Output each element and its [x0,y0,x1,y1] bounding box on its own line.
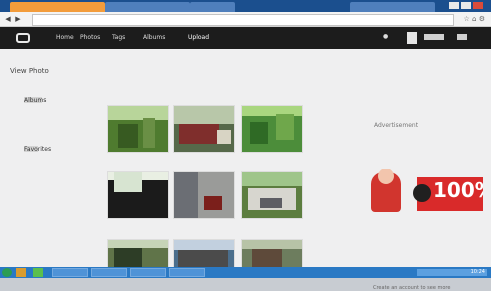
page-title: View Photo [10,67,49,75]
sidebar-item-albums[interactable]: Albums [24,97,46,104]
app-header: Home Photos Tags Albums Upload [0,27,491,49]
start-button[interactable] [2,268,12,277]
photo-thumbnail[interactable] [173,171,235,219]
forward-button[interactable]: ▶ [14,15,22,23]
photo-thumbnail[interactable] [107,171,169,219]
nav-photos[interactable]: Photos [80,34,100,42]
user-menu[interactable] [424,34,444,40]
minimize-button[interactable] [449,2,459,9]
sidebar-item-favorites[interactable]: Favorites [24,146,51,153]
taskbar: 10:24 [0,267,491,278]
address-bar[interactable] [32,14,454,26]
nav-tags[interactable]: Tags [112,34,125,42]
photo-thumbnail[interactable] [241,105,303,153]
taskbar-app-icon[interactable] [16,268,26,277]
browser-tab[interactable] [190,2,235,12]
taskbar-window-button[interactable] [52,268,88,277]
taskbar-window-button[interactable] [91,268,127,277]
browser-tab[interactable] [105,2,190,12]
taskbar-window-button[interactable] [169,268,205,277]
photo-thumbnail[interactable] [173,239,235,269]
ad-footer-link[interactable]: Create an account to see more [373,285,450,291]
main-content: View Photo Albums Favorites Advertisemen… [0,49,491,291]
photo-thumbnail[interactable] [107,105,169,153]
close-window-button[interactable] [473,2,483,9]
browser-tab-active[interactable] [10,2,105,12]
ad-percent-text: 100% [433,178,483,202]
back-button[interactable]: ◀ [4,15,12,23]
browser-toolbar: ◀ ▶ ☆ ⌂ ⚙ [0,12,491,27]
camera-logo-icon[interactable] [16,33,30,43]
taskbar-window-button[interactable] [130,268,166,277]
toolbar-icons: ☆ ⌂ ⚙ [463,15,485,23]
photo-thumbnail[interactable] [107,239,169,269]
window-controls [447,2,487,10]
ad-label: Advertisement [374,122,419,129]
browser-tab[interactable] [350,2,435,12]
photo-thumbnail[interactable] [241,171,303,219]
nav-upload[interactable]: Upload [188,34,209,42]
clock: 10:24 [470,269,485,275]
browser-tab-bar [0,0,491,12]
ad-circle-icon [413,184,431,202]
notification-icon[interactable]: ● [383,34,389,40]
photo-thumbnail[interactable] [173,105,235,153]
advertisement-banner[interactable]: 100% [365,169,483,215]
nav-albums[interactable]: Albums [143,34,165,42]
nav-home[interactable]: Home [56,34,74,42]
photo-thumbnail[interactable] [241,239,303,269]
more-menu[interactable] [457,34,467,40]
taskbar-app-icon[interactable] [33,268,43,277]
avatar[interactable] [407,32,417,44]
maximize-button[interactable] [461,2,471,9]
